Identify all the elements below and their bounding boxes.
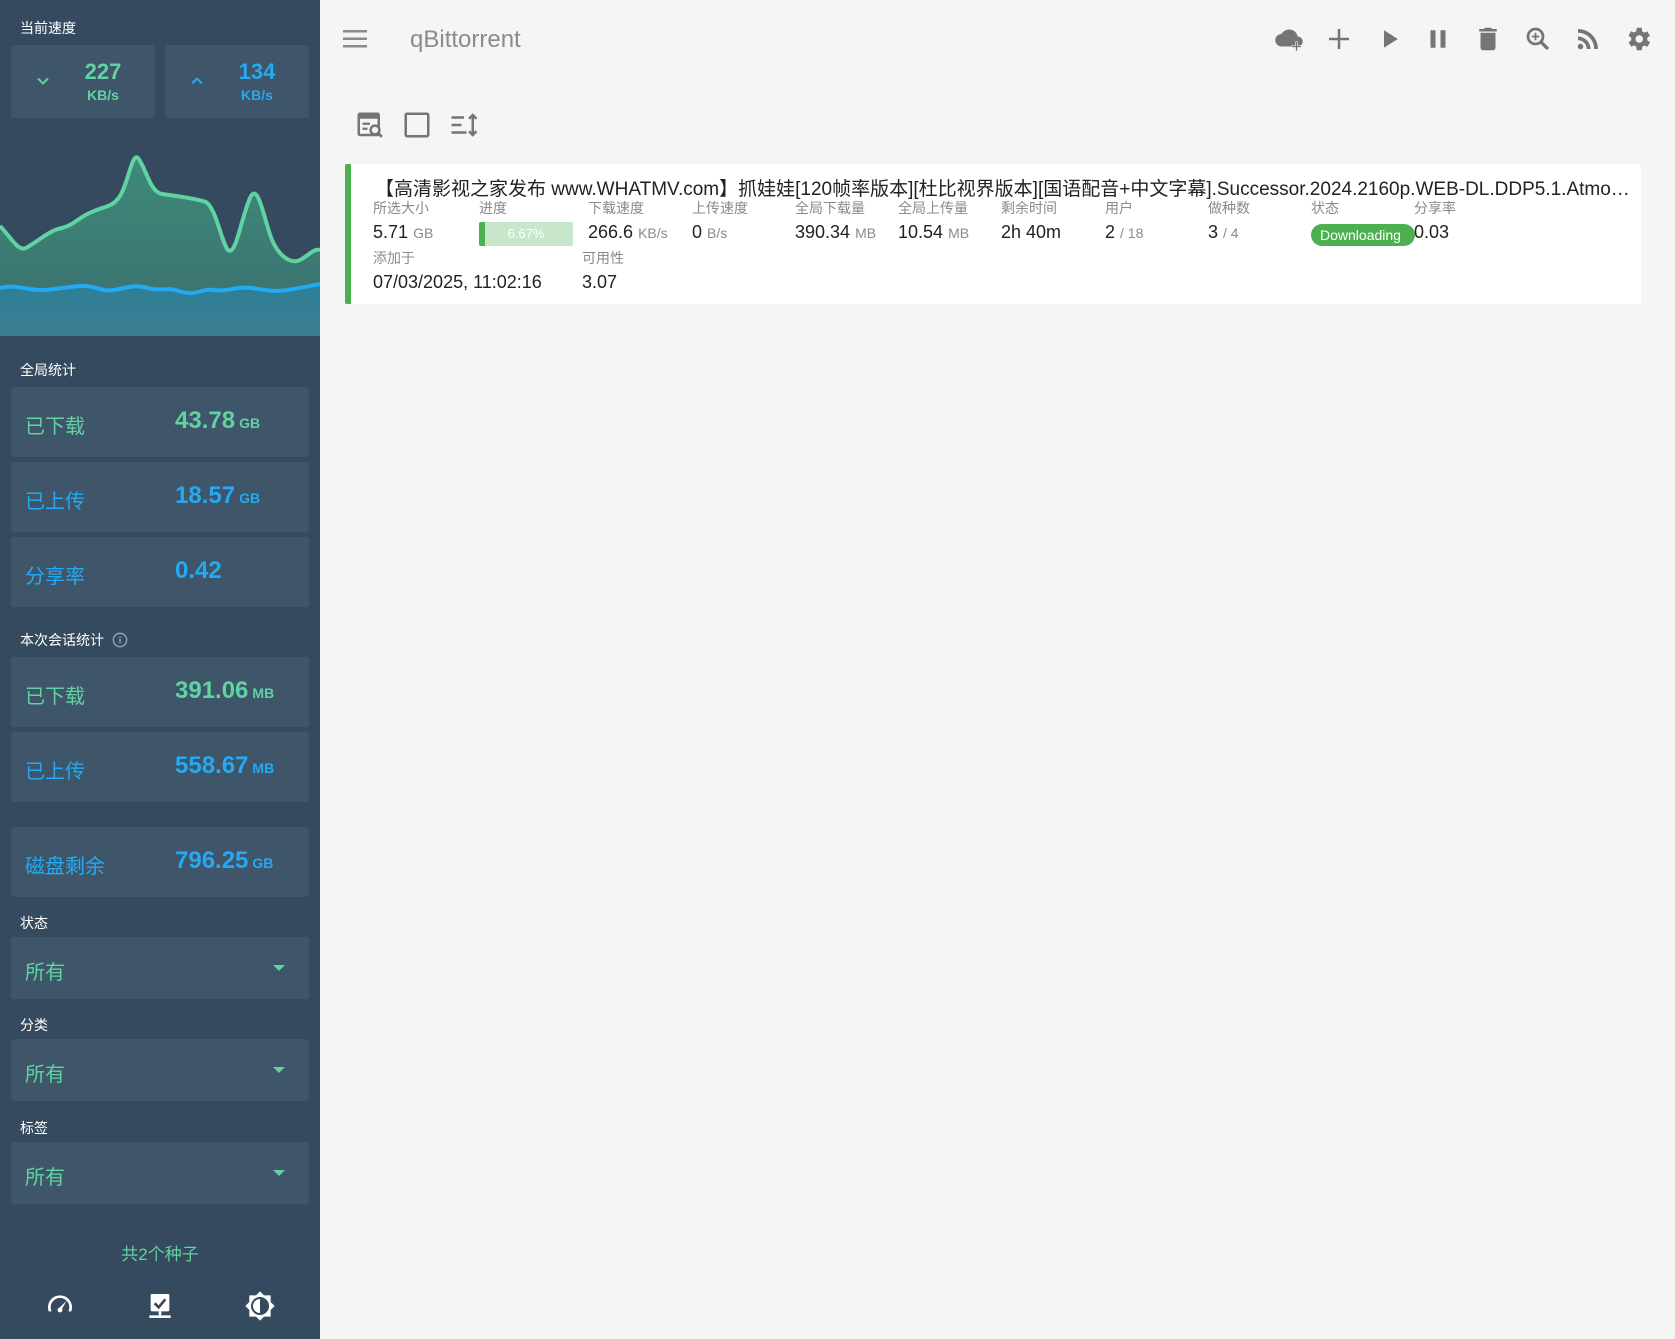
upload-speed-box: 134 KB/s (165, 45, 309, 118)
session-uploaded-label: 已上传 (25, 761, 85, 783)
chevron-up-icon (191, 77, 203, 85)
torrent-availability: 可用性 3.07 (582, 250, 624, 292)
disk-free-value: 796.25 GB (175, 847, 274, 874)
torrent-peers: 用户 2 / 18 (1105, 200, 1144, 242)
global-downloaded-value: 43.78 GB (175, 407, 261, 434)
info-icon[interactable] (112, 632, 128, 648)
server-check-icon[interactable] (144, 1290, 176, 1322)
torrent-size: 所选大小 5.71 GB (373, 200, 434, 242)
torrent-ratio: 分享率 0.03 (1414, 200, 1456, 242)
disk-free-card: 磁盘剩余 796.25 GB (11, 827, 309, 897)
category-filter-select[interactable]: 所有 (11, 1039, 309, 1101)
torrent-card[interactable]: 【高清影视之家发布 www.WHATMV.com】抓娃娃[120帧率版本][杜比… (345, 164, 1641, 304)
global-uploaded-label: 已上传 (25, 491, 85, 513)
progress-bar: 6.67% (479, 222, 573, 246)
play-icon[interactable] (1374, 24, 1404, 54)
session-downloaded-value: 391.06 MB (175, 677, 275, 704)
select-all-checkbox-icon[interactable] (402, 110, 432, 140)
dropdown-arrow-icon (273, 1067, 285, 1073)
torrent-total-downloaded: 全局下载量 390.34 MB (795, 200, 877, 242)
tag-filter-select[interactable]: 所有 (11, 1142, 309, 1204)
tag-filter-value: 所有 (25, 1167, 65, 1189)
chevron-down-icon (37, 77, 49, 85)
dropdown-arrow-icon (273, 965, 285, 971)
session-uploaded-card: 已上传 558.67 MB (11, 732, 309, 802)
status-badge: Downloading (1311, 224, 1415, 246)
cloud-add-icon[interactable] (1274, 24, 1304, 54)
speedometer-icon[interactable] (44, 1290, 76, 1322)
torrent-state: 状态 Downloading (1311, 198, 1415, 251)
global-ratio-label: 分享率 (25, 566, 85, 588)
torrent-dl-speed: 下载速度 266.6 KB/s (588, 200, 668, 242)
settings-icon[interactable] (1623, 24, 1653, 54)
torrent-added: 添加于 07/03/2025, 11:02:16 (373, 250, 542, 292)
menu-icon[interactable] (343, 28, 369, 50)
global-downloaded-card: 已下载 43.78 GB (11, 387, 309, 457)
progress-text: 6.67% (507, 226, 545, 241)
delete-icon[interactable] (1473, 24, 1503, 54)
current-speed-label: 当前速度 (20, 20, 76, 36)
category-filter-label: 分类 (20, 1017, 48, 1033)
session-downloaded-card: 已下载 391.06 MB (11, 657, 309, 727)
dropdown-arrow-icon (273, 1170, 285, 1176)
torrent-name: 【高清影视之家发布 www.WHATMV.com】抓娃娃[120帧率版本][杜比… (375, 179, 1639, 200)
download-speed-value: 227 (84, 59, 122, 84)
session-downloaded-label: 已下载 (25, 686, 85, 708)
sidebar: 当前速度 227 KB/s 134 KB/s 全局统计 已下载 43.78GB (0, 0, 320, 1339)
sidebar-bottom-bar (0, 1290, 320, 1326)
app-title: qBittorrent (410, 26, 521, 53)
global-stats-label: 全局统计 (20, 362, 76, 378)
speed-graph (0, 155, 320, 336)
pause-icon[interactable] (1423, 24, 1453, 54)
filter-search-icon[interactable] (355, 110, 385, 140)
torrent-eta: 剩余时间 2h 40m (1001, 200, 1062, 242)
plus-icon[interactable] (1324, 24, 1354, 54)
session-stats-label: 本次会话统计 (20, 630, 128, 650)
torrent-total-uploaded: 全局上传量 10.54 MB (898, 200, 970, 242)
category-filter-value: 所有 (25, 1064, 65, 1086)
global-downloaded-label: 已下载 (25, 416, 85, 438)
main-area: qBittorrent 【高清影视之家发布 www.WHATMV.com】抓娃娃… (320, 0, 1675, 1339)
tag-filter-label: 标签 (20, 1120, 48, 1136)
global-uploaded-value: 18.57 GB (175, 482, 261, 509)
upload-speed-value: 134 (238, 59, 276, 84)
torrent-seeds: 做种数 3 / 4 (1208, 200, 1250, 242)
session-uploaded-value: 558.67 MB (175, 752, 275, 779)
global-uploaded-card: 已上传 18.57 GB (11, 462, 309, 532)
torrent-progress: 进度 6.67% (479, 198, 573, 246)
status-filter-value: 所有 (25, 962, 65, 984)
theme-toggle-icon[interactable] (244, 1290, 276, 1322)
torrent-ul-speed: 上传速度 0 B/s (692, 200, 748, 242)
global-ratio-value: 0.42 (175, 557, 222, 584)
global-ratio-card: 分享率 0.42 (11, 537, 309, 607)
disk-free-label: 磁盘剩余 (25, 856, 105, 878)
download-speed-box: 227 KB/s (11, 45, 155, 118)
torrent-count: 共2个种子 (121, 1245, 199, 1264)
download-speed-unit: KB/s (87, 87, 119, 103)
upload-speed-unit: KB/s (241, 87, 273, 103)
status-filter-label: 状态 (20, 915, 48, 931)
search-icon[interactable] (1523, 24, 1553, 54)
status-filter-select[interactable]: 所有 (11, 937, 309, 999)
rss-icon[interactable] (1573, 24, 1603, 54)
sort-icon[interactable] (449, 110, 479, 140)
